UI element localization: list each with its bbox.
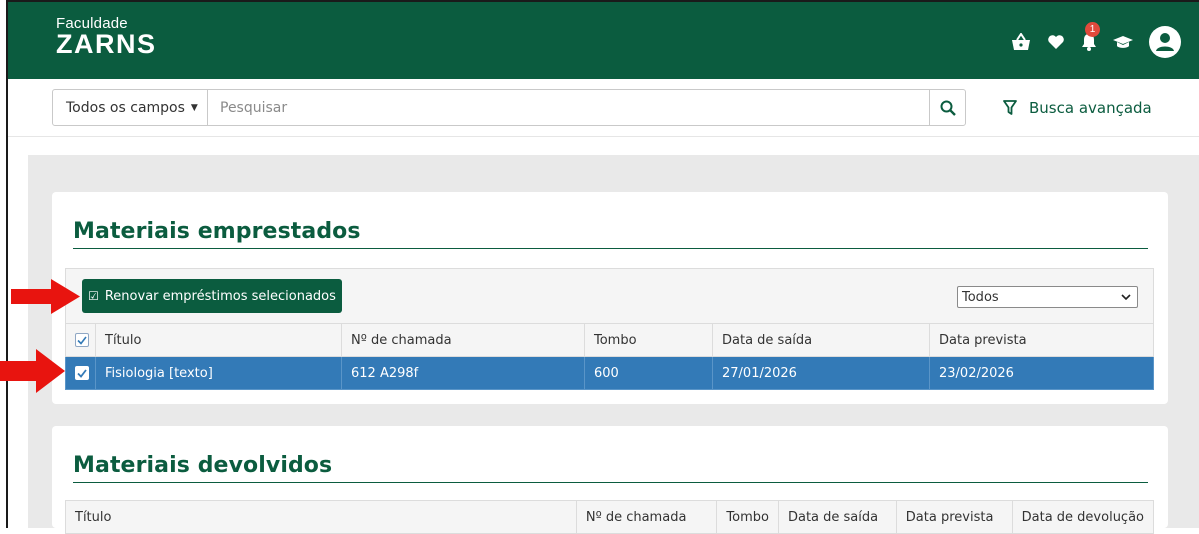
select-all-cell bbox=[65, 323, 96, 357]
select-all-checkbox[interactable] bbox=[75, 333, 89, 347]
logo-title: ZARNS bbox=[56, 29, 157, 59]
borrowed-toolbar: ☑ Renovar empréstimos selecionados Todos bbox=[65, 268, 1154, 323]
borrowed-title: Materiais emprestados bbox=[73, 219, 361, 244]
col-tombo[interactable]: Tombo bbox=[584, 323, 713, 357]
search-field-select[interactable]: Todos os campos ▼ bbox=[53, 90, 208, 125]
search-input[interactable] bbox=[208, 90, 929, 125]
basket-icon[interactable] bbox=[1011, 33, 1031, 51]
heart-icon[interactable] bbox=[1047, 34, 1065, 50]
annotation-arrow-icon bbox=[0, 349, 65, 393]
graduation-cap-icon[interactable] bbox=[1113, 35, 1133, 49]
chevron-down-icon bbox=[1121, 294, 1131, 300]
col-tombo[interactable]: Tombo bbox=[716, 500, 779, 534]
borrowed-panel: Materiais emprestados ☑ Renovar emprésti… bbox=[52, 192, 1168, 404]
col-due-date[interactable]: Data prevista bbox=[895, 500, 1013, 534]
cell-due-date: 23/02/2026 bbox=[929, 356, 1154, 390]
logo[interactable]: Faculdade ZARNS bbox=[56, 16, 157, 58]
status-filter-value: Todos bbox=[962, 289, 999, 305]
returned-panel: Materiais devolvidos Título Nº de chamad… bbox=[52, 426, 1168, 534]
col-return-date[interactable]: Data de devolução bbox=[1011, 500, 1155, 534]
table-header-row: Título Nº de chamada Tombo Data de saída… bbox=[65, 500, 1155, 534]
col-title[interactable]: Título bbox=[95, 323, 342, 357]
status-filter-select[interactable]: Todos bbox=[957, 286, 1138, 308]
caret-down-icon: ▼ bbox=[190, 102, 198, 113]
bell-icon[interactable]: 1 bbox=[1081, 22, 1100, 51]
returned-title: Materiais devolvidos bbox=[73, 453, 333, 478]
renew-button-label: Renovar empréstimos selecionados bbox=[104, 288, 336, 304]
search-group: Todos os campos ▼ bbox=[52, 89, 966, 126]
row-checkbox-cell bbox=[65, 356, 96, 390]
top-header: Faculdade ZARNS 1 bbox=[8, 2, 1199, 79]
returned-table: Título Nº de chamada Tombo Data de saída… bbox=[65, 500, 1155, 534]
notification-badge: 1 bbox=[1085, 22, 1100, 37]
checkbox-icon: ☑ bbox=[88, 289, 99, 303]
search-field-label: Todos os campos bbox=[66, 99, 185, 116]
header-icons: 1 bbox=[995, 22, 1181, 58]
divider bbox=[73, 482, 1148, 483]
col-checkout-date[interactable]: Data de saída bbox=[712, 323, 930, 357]
table-row[interactable]: Fisiologia [texto] 612 A298f 600 27/01/2… bbox=[65, 356, 1154, 390]
renew-selected-button[interactable]: ☑ Renovar empréstimos selecionados bbox=[82, 279, 342, 313]
col-call-number[interactable]: Nº de chamada bbox=[341, 323, 585, 357]
filter-icon bbox=[1003, 100, 1017, 115]
advanced-search-label: Busca avançada bbox=[1029, 99, 1152, 117]
borrowed-table: Título Nº de chamada Tombo Data de saída… bbox=[65, 323, 1154, 390]
annotation-arrow-icon bbox=[11, 279, 80, 314]
search-icon bbox=[940, 100, 956, 116]
col-title[interactable]: Título bbox=[65, 500, 577, 534]
divider bbox=[73, 248, 1148, 249]
col-call-number[interactable]: Nº de chamada bbox=[575, 500, 718, 534]
cell-title: Fisiologia [texto] bbox=[95, 356, 342, 390]
table-header-row: Título Nº de chamada Tombo Data de saída… bbox=[65, 323, 1154, 357]
cell-tombo: 600 bbox=[584, 356, 713, 390]
user-avatar-icon[interactable] bbox=[1149, 26, 1181, 58]
row-checkbox[interactable] bbox=[75, 366, 89, 380]
search-bar: Todos os campos ▼ Busca avançada bbox=[8, 79, 1199, 137]
cell-checkout-date: 27/01/2026 bbox=[712, 356, 930, 390]
advanced-search-link[interactable]: Busca avançada bbox=[1003, 99, 1152, 117]
col-due-date[interactable]: Data prevista bbox=[929, 323, 1154, 357]
search-button[interactable] bbox=[929, 90, 965, 125]
col-checkout-date[interactable]: Data de saída bbox=[777, 500, 897, 534]
cell-call-number: 612 A298f bbox=[341, 356, 585, 390]
